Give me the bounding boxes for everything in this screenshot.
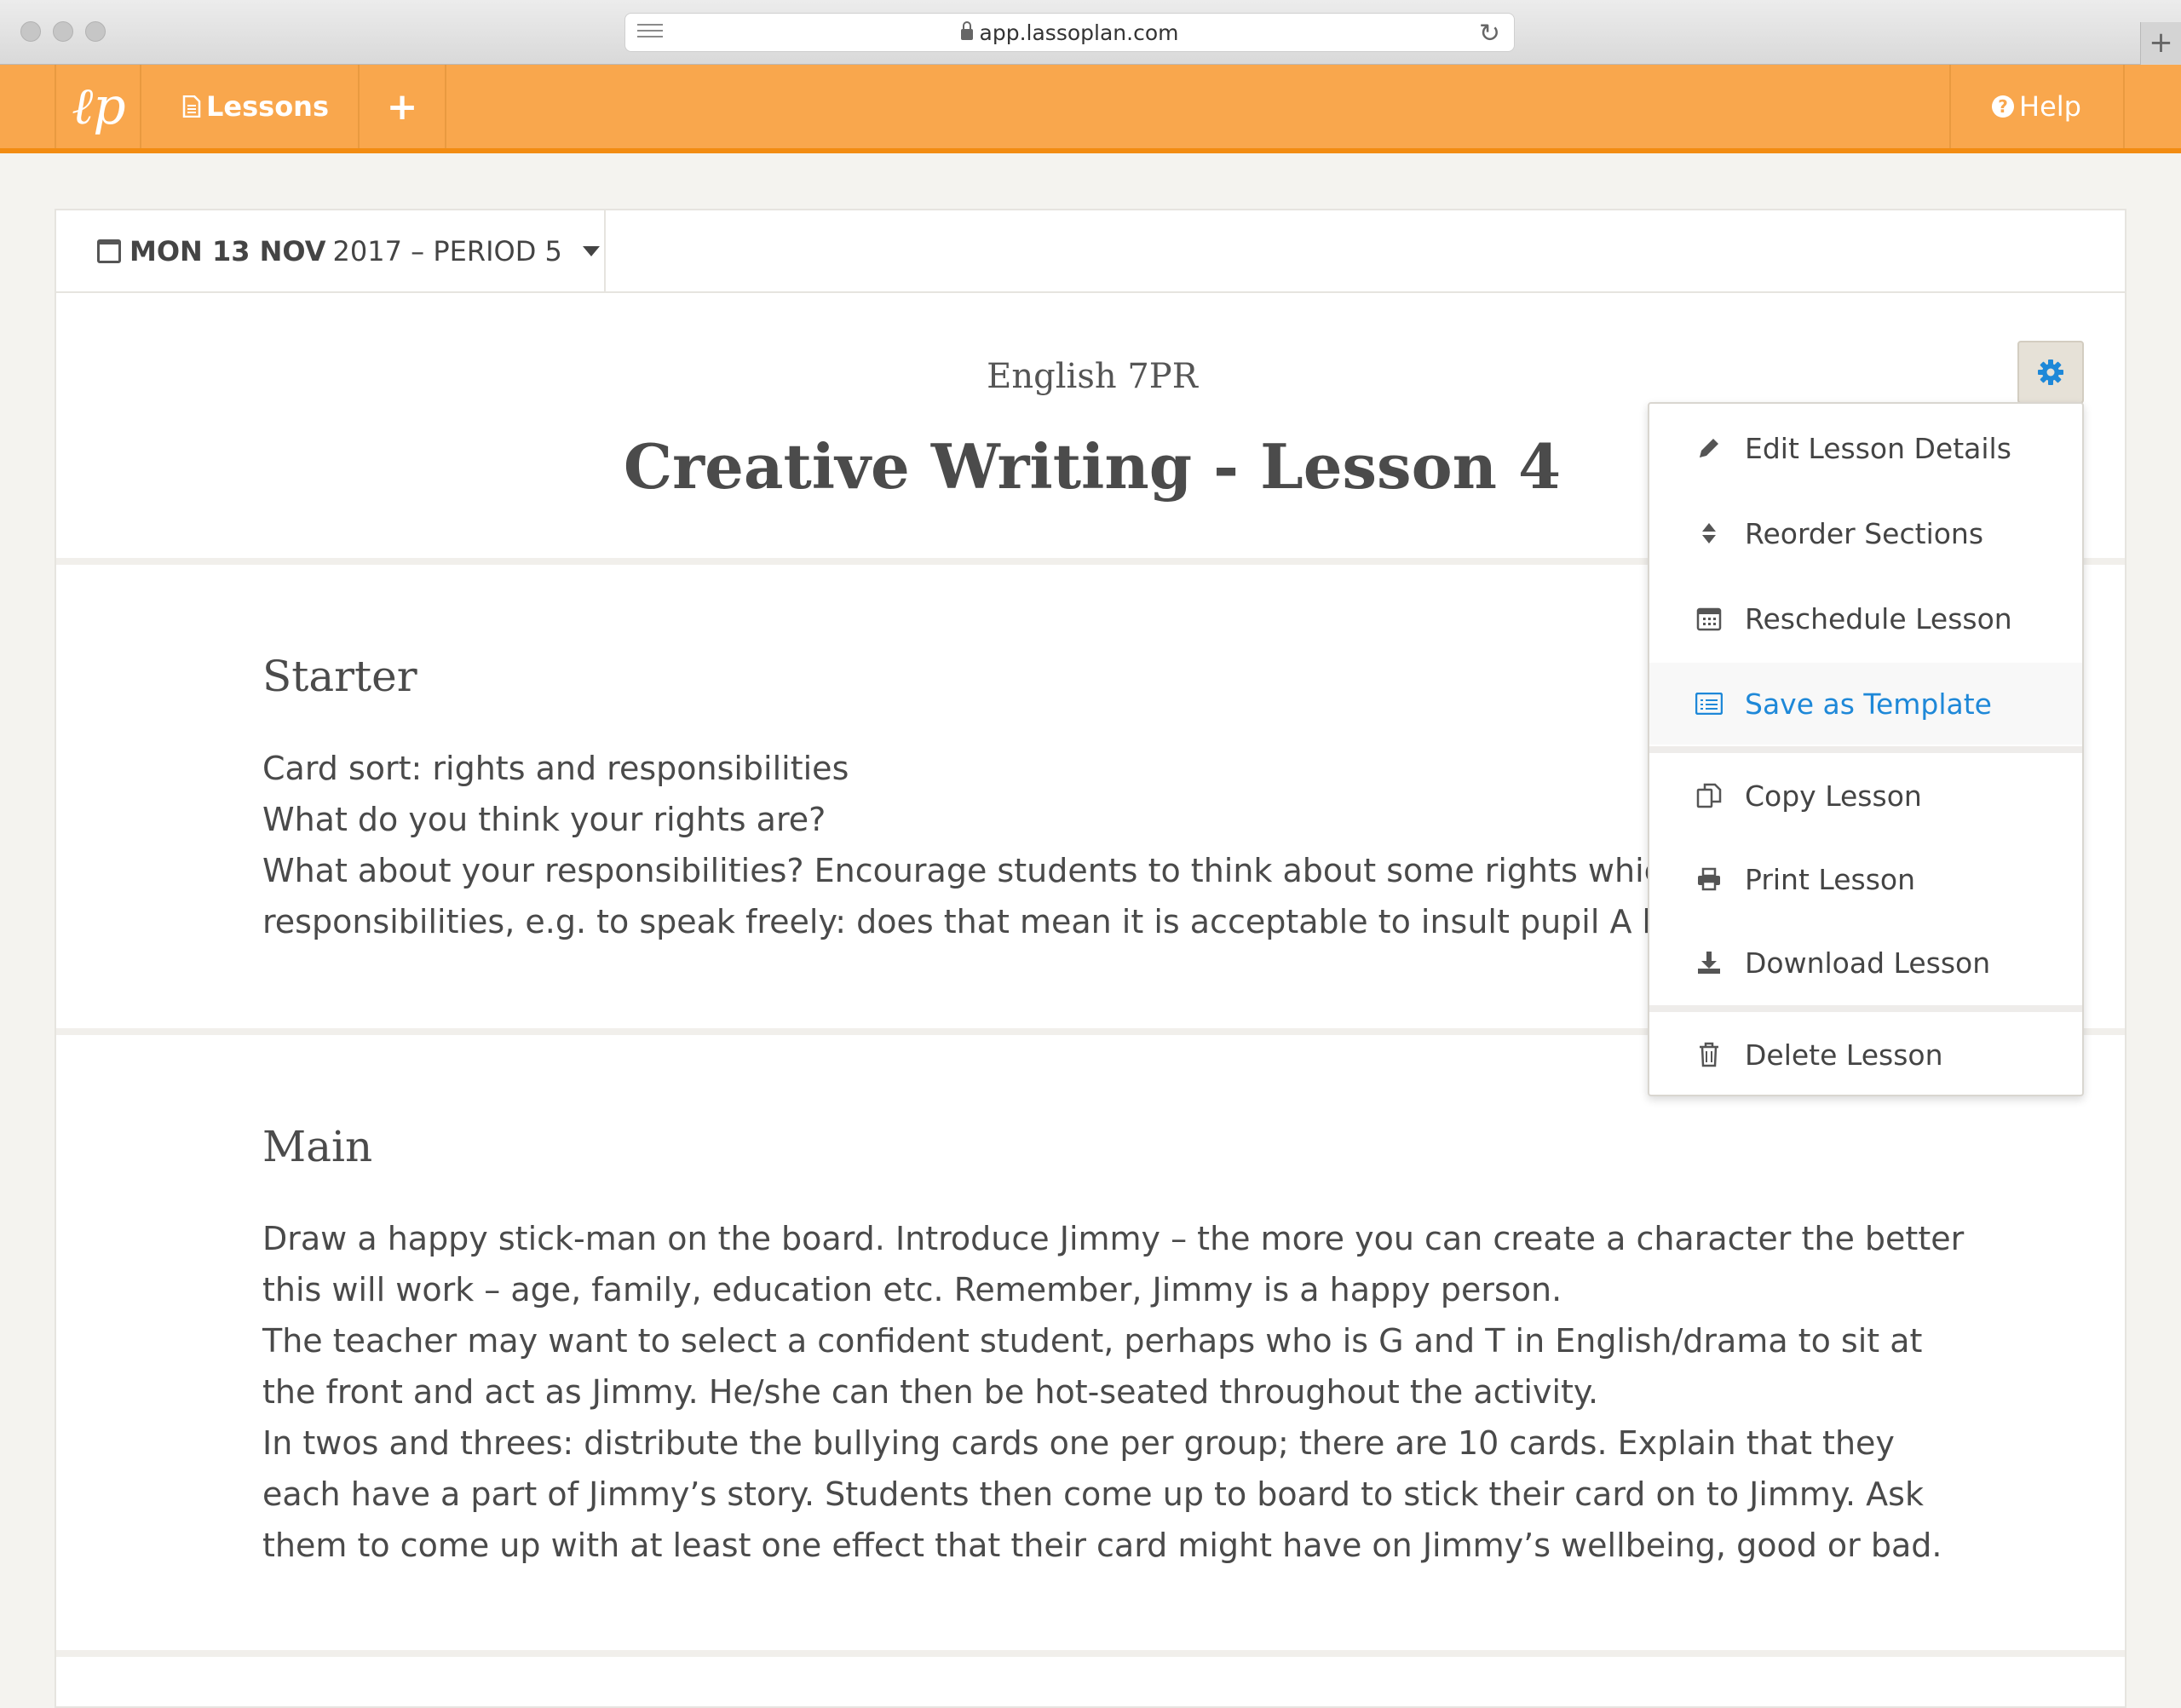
- menu-item-label: Reschedule Lesson: [1745, 601, 2012, 635]
- help-link[interactable]: ? Help: [1992, 65, 2081, 148]
- body-line: The teacher may want to select a confide…: [262, 1322, 1923, 1360]
- body-line: them to come up with at least one effect…: [262, 1527, 1942, 1564]
- nav-divider: [445, 65, 446, 148]
- copy-icon: [1692, 780, 1726, 811]
- document-icon: [182, 95, 201, 118]
- body-line: Draw a happy stick-man on the board. Int…: [262, 1220, 1965, 1257]
- add-lesson-button[interactable]: +: [360, 65, 445, 148]
- header-divider: [606, 291, 2126, 293]
- lesson-options-menu: Edit Lesson Details Reorder Sections Res…: [1648, 402, 2084, 1096]
- pencil-icon: [1692, 433, 1726, 463]
- new-tab-button[interactable]: +: [2140, 22, 2181, 65]
- lesson-date-period: 2017 – PERIOD 5: [332, 234, 562, 267]
- trash-icon: [1692, 1039, 1726, 1070]
- section-body-main: Draw a happy stick-man on the board. Int…: [262, 1213, 1975, 1571]
- menu-item-label: Reorder Sections: [1745, 516, 1984, 550]
- download-icon: [1692, 947, 1726, 978]
- calendar-icon: [97, 239, 121, 263]
- menu-item-reorder-sections[interactable]: Reorder Sections: [1649, 492, 2082, 574]
- minimize-window-button[interactable]: [53, 21, 73, 42]
- nav-lessons-label: Lessons: [206, 90, 329, 123]
- address-bar[interactable]: app.lassoplan.com ↻: [624, 13, 1515, 52]
- question-circle-icon: ?: [1992, 95, 2014, 118]
- template-icon: [1692, 688, 1726, 719]
- menu-item-copy-lesson[interactable]: Copy Lesson: [1649, 755, 2082, 837]
- menu-divider: [1649, 746, 2082, 753]
- lock-icon: [960, 20, 973, 40]
- body-line: In twos and threes: distribute the bully…: [262, 1424, 1895, 1462]
- app-navbar: ℓp Lessons + ? Help: [0, 65, 2181, 153]
- menu-item-save-as-template[interactable]: Save as Template: [1649, 663, 2082, 745]
- nav-lessons[interactable]: Lessons: [182, 65, 329, 148]
- help-label: Help: [2019, 90, 2081, 123]
- close-window-button[interactable]: [20, 21, 41, 42]
- url-text: app.lassoplan.com: [979, 20, 1179, 45]
- menu-item-label: Print Lesson: [1745, 862, 1915, 896]
- body-line: each have a part of Jimmy’s story. Stude…: [262, 1475, 1924, 1513]
- calendar-icon: [1692, 603, 1726, 634]
- gear-icon: [2038, 359, 2063, 385]
- section-title-main: Main: [262, 1122, 373, 1171]
- menu-divider: [1649, 1005, 2082, 1012]
- lassoplan-logo[interactable]: ℓp: [58, 65, 140, 148]
- menu-item-edit-lesson-details[interactable]: Edit Lesson Details: [1649, 407, 2082, 489]
- sort-icon: [1692, 518, 1726, 549]
- reload-icon[interactable]: ↻: [1479, 19, 1500, 49]
- menu-item-print-lesson[interactable]: Print Lesson: [1649, 838, 2082, 920]
- menu-item-label: Download Lesson: [1745, 946, 1991, 980]
- menu-item-label: Copy Lesson: [1745, 779, 1922, 813]
- nav-divider: [1949, 65, 1951, 148]
- zoom-window-button[interactable]: [85, 21, 106, 42]
- nav-divider: [2123, 65, 2125, 148]
- nav-divider: [140, 65, 141, 148]
- menu-item-download-lesson[interactable]: Download Lesson: [1649, 922, 2082, 1004]
- lesson-date-day: MON 13 NOV: [129, 234, 326, 267]
- reader-icon[interactable]: [637, 24, 663, 41]
- print-icon: [1692, 864, 1726, 894]
- lesson-date-selector[interactable]: MON 13 NOV 2017 – PERIOD 5: [56, 210, 606, 293]
- lesson-options-button[interactable]: [2017, 341, 2084, 404]
- menu-item-label: Edit Lesson Details: [1745, 431, 2011, 465]
- section-title-starter: Starter: [262, 652, 417, 701]
- browser-toolbar: app.lassoplan.com ↻ +: [0, 0, 2181, 65]
- menu-item-reschedule-lesson[interactable]: Reschedule Lesson: [1649, 578, 2082, 659]
- nav-divider: [55, 65, 56, 148]
- section-divider: [56, 1650, 2125, 1657]
- menu-item-delete-lesson[interactable]: Delete Lesson: [1649, 1014, 2082, 1096]
- body-line: the front and act as Jimmy. He/she can t…: [262, 1373, 1599, 1411]
- menu-item-label: Save as Template: [1745, 687, 1992, 721]
- class-name: English 7PR: [987, 357, 1198, 396]
- body-line: this will work – age, family, education …: [262, 1271, 1562, 1308]
- menu-item-label: Delete Lesson: [1745, 1038, 1943, 1072]
- caret-down-icon: [582, 245, 600, 256]
